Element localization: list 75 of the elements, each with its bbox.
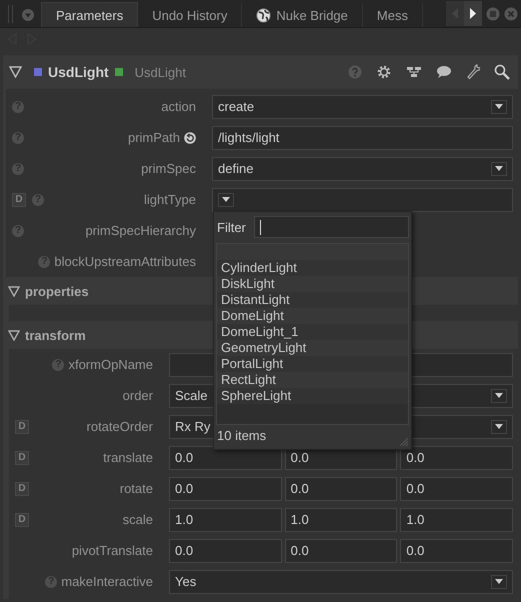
dropdown[interactable]: create bbox=[212, 94, 513, 118]
number-field[interactable]: 0.0 bbox=[400, 476, 514, 500]
param-label: blockUpstreamAttributes bbox=[54, 254, 196, 269]
dropdown[interactable]: Yes bbox=[169, 570, 513, 594]
number-field[interactable]: 0.0 bbox=[169, 538, 282, 562]
dropdown-arrow-icon bbox=[495, 393, 503, 398]
list-item[interactable]: CylinderLight bbox=[217, 260, 408, 276]
param-label: primSpecHierarchy bbox=[85, 223, 196, 238]
list-item[interactable]: RectLight bbox=[217, 372, 408, 388]
dropdown-arrow-icon bbox=[495, 579, 503, 584]
param-label: action bbox=[161, 99, 196, 114]
number-field[interactable]: 1.0 bbox=[284, 508, 398, 532]
list-item[interactable]: DistantLight bbox=[217, 292, 408, 308]
filter-field[interactable] bbox=[254, 216, 409, 238]
tab[interactable]: Nuke Bridge bbox=[242, 3, 363, 27]
param-label: xformOpName bbox=[68, 357, 153, 372]
tab[interactable]: Undo History bbox=[138, 3, 242, 27]
settings-icon[interactable] bbox=[376, 64, 392, 80]
wrench-icon[interactable] bbox=[466, 64, 480, 80]
tab[interactable]: Mess bbox=[362, 3, 423, 27]
resize-grip-icon[interactable] bbox=[397, 435, 409, 447]
dropdown-arrow-icon bbox=[495, 166, 503, 171]
revert-icon[interactable] bbox=[184, 132, 196, 144]
list-item[interactable]: DiskLight bbox=[217, 276, 408, 292]
search-icon[interactable] bbox=[494, 64, 510, 80]
node-name: UsdLight bbox=[48, 64, 109, 80]
number-field[interactable]: 0.0 bbox=[400, 538, 514, 562]
class-color-swatch bbox=[114, 68, 123, 76]
dropdown-arrow-icon bbox=[222, 197, 230, 202]
dropdown-arrow-icon bbox=[495, 424, 503, 429]
param-label: makeInteractive bbox=[61, 574, 153, 589]
number-field[interactable]: 0.0 bbox=[169, 476, 282, 500]
dropdown-arrow-icon bbox=[495, 104, 503, 109]
list-item[interactable]: DomeLight_1 bbox=[217, 324, 408, 340]
list-item[interactable]: DomeLight bbox=[217, 308, 408, 324]
close-icon[interactable] bbox=[504, 6, 518, 20]
menu-icon[interactable] bbox=[21, 8, 35, 22]
param-label: primSpec bbox=[141, 161, 196, 176]
param-label: order bbox=[122, 388, 153, 403]
number-field[interactable]: 1.0 bbox=[169, 508, 282, 532]
list-item[interactable]: SphereLight bbox=[217, 388, 408, 404]
param-label: pivotTranslate bbox=[72, 543, 153, 558]
node-class: UsdLight bbox=[134, 64, 186, 80]
collapse-triangle-icon[interactable] bbox=[9, 66, 22, 78]
section-title: transform bbox=[25, 328, 86, 342]
panel-grip[interactable] bbox=[8, 5, 13, 23]
param-label: translate bbox=[103, 450, 153, 465]
node-color-swatch bbox=[34, 68, 42, 76]
param-label: rotateOrder bbox=[86, 419, 153, 434]
item-count: 10 items bbox=[216, 427, 266, 445]
tab[interactable]: Parameters bbox=[41, 2, 138, 27]
scroll-right-icon[interactable] bbox=[464, 1, 482, 26]
collapse-triangle-icon[interactable] bbox=[8, 286, 20, 296]
param-label: primPath bbox=[128, 130, 180, 145]
text-field[interactable]: /lights/light bbox=[212, 126, 513, 150]
dropdown[interactable]: define bbox=[212, 156, 513, 180]
list-item[interactable]: PortalLight bbox=[217, 356, 408, 372]
help-icon[interactable] bbox=[348, 65, 362, 79]
filter-label: Filter bbox=[216, 220, 246, 234]
collapse-triangle-icon[interactable] bbox=[8, 330, 20, 340]
section-title: properties bbox=[25, 284, 89, 298]
maximize-icon[interactable] bbox=[486, 6, 500, 20]
speech-bubble-icon[interactable] bbox=[436, 65, 452, 79]
number-field[interactable]: 1.0 bbox=[400, 508, 514, 532]
dropdown[interactable] bbox=[212, 188, 513, 212]
number-field[interactable]: 0.0 bbox=[284, 476, 398, 500]
globe-icon bbox=[256, 8, 272, 22]
number-field[interactable]: 0.0 bbox=[400, 446, 514, 470]
param-label: lightType bbox=[144, 192, 196, 207]
node-graph-icon[interactable] bbox=[406, 66, 422, 78]
param-label: scale bbox=[122, 512, 153, 527]
filter-menu[interactable]: Filter CylinderLight DiskLight DistantLight DomeLight DomeLight_1 GeometryLight PortalLight RectLight SphereLight 10 items bbox=[213, 211, 412, 450]
number-field[interactable]: 0.0 bbox=[284, 538, 398, 562]
list-item[interactable]: GeometryLight bbox=[217, 340, 408, 356]
param-label: rotate bbox=[120, 481, 153, 496]
